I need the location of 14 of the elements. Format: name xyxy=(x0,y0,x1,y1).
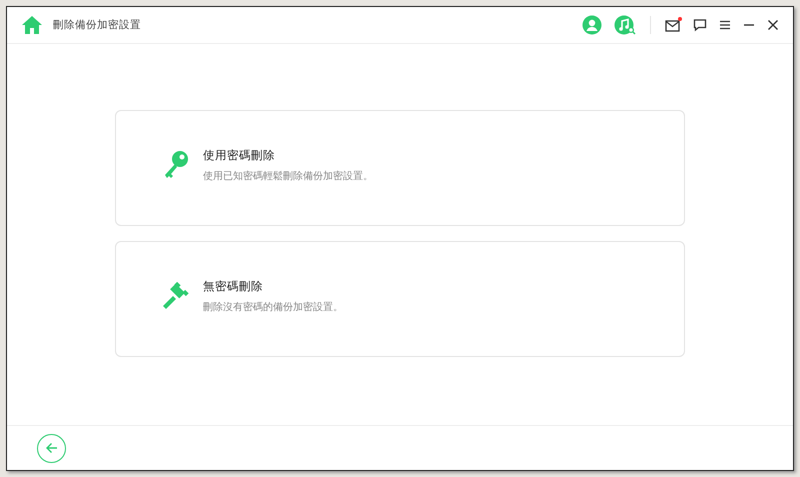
option-description: 刪除沒有密碼的備份加密設置。 xyxy=(203,300,343,314)
mail-icon[interactable] xyxy=(665,18,681,32)
close-icon[interactable] xyxy=(767,19,779,31)
key-icon xyxy=(163,150,189,180)
option-description: 使用已知密碼輕鬆刪除備份加密設置。 xyxy=(203,170,373,182)
window-title: 刪除備份加密設置 xyxy=(53,18,141,32)
menu-icon[interactable] xyxy=(719,19,731,31)
option-title: 使用密碼刪除 xyxy=(203,148,276,162)
feedback-icon[interactable] xyxy=(693,18,707,32)
option-card[interactable]: 無密碼刪除 刪除沒有密碼的備份加密設置。 xyxy=(115,241,685,357)
option-title: 無密碼刪除 xyxy=(203,278,264,294)
left-arrow-icon xyxy=(44,441,58,455)
option-card[interactable]: 使用密碼刪除 使用已知密碼輕鬆刪除備份加密設置。 xyxy=(115,110,685,226)
gavel-icon xyxy=(162,282,190,310)
